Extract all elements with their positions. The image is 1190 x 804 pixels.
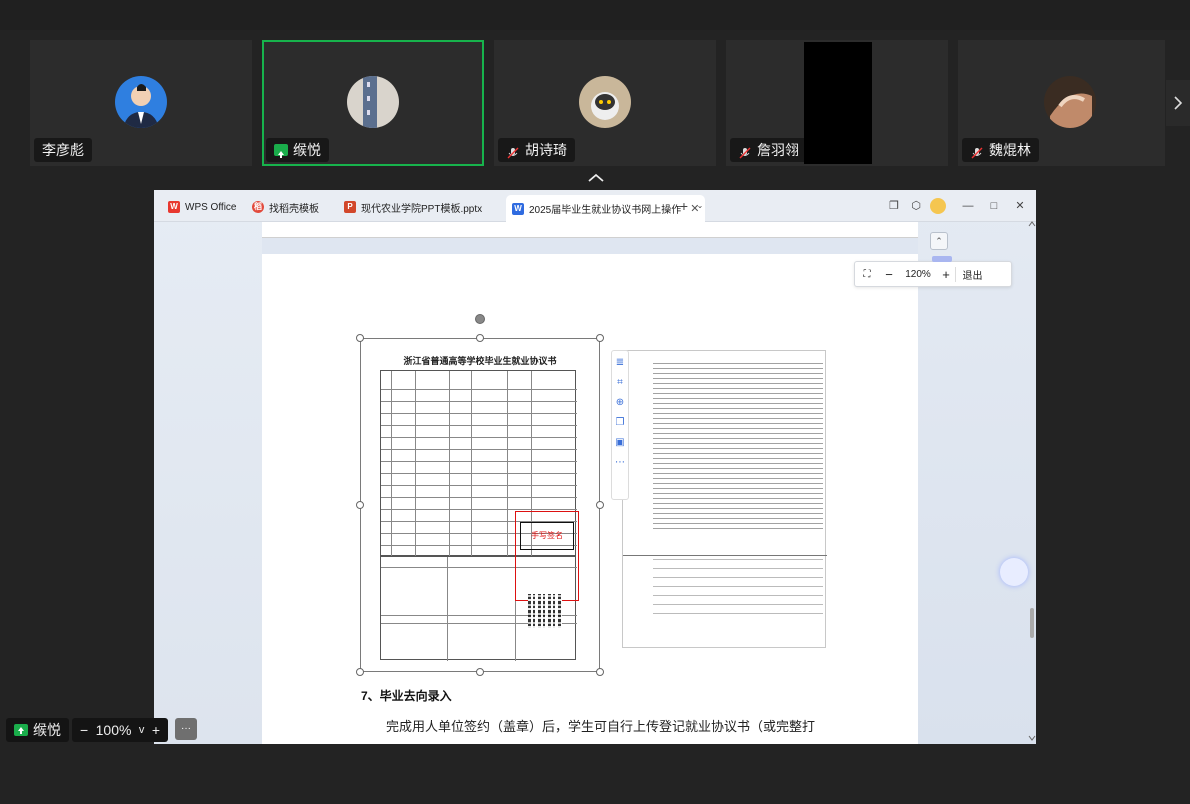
word-icon: W xyxy=(512,202,524,215)
docer-icon: 稻 xyxy=(252,201,264,213)
body-text: 完成用人单位签约（盖章）后，学生可自行上传登记就业协议书（或完整打 xyxy=(386,719,816,734)
exit-button[interactable]: 退出 xyxy=(955,266,989,282)
scan-divider xyxy=(623,555,827,556)
avatar xyxy=(115,76,167,128)
mic-muted-icon xyxy=(506,143,520,159)
image-float-toolbar: ≣ ⌗ ⊕ ❐ ▣ ⋯ xyxy=(611,350,629,500)
zoom-value: 120% xyxy=(905,268,931,280)
participant-tile[interactable]: 胡诗琦 xyxy=(494,40,716,166)
more-icon[interactable]: ⋯ xyxy=(612,455,628,471)
meeting-bottom-bar xyxy=(0,744,1190,804)
participant-nameplate: 胡诗琦 xyxy=(498,138,575,162)
zoom-icon[interactable]: ⊕ xyxy=(612,395,628,411)
resize-handle[interactable] xyxy=(476,668,484,676)
participant-nameplate: 李彦彪 xyxy=(34,138,92,162)
zoom-out-button[interactable]: − xyxy=(879,267,899,282)
mic-muted-icon xyxy=(970,143,984,159)
mic-muted-icon xyxy=(738,143,752,159)
scrollbar[interactable] xyxy=(1028,220,1036,744)
cube-icon[interactable]: ⬡ xyxy=(908,198,924,214)
more-options-button[interactable]: ··· xyxy=(175,718,197,740)
participant-nameplate: 魏焜林 xyxy=(962,138,1039,162)
document-page-previous xyxy=(262,222,918,238)
participant-name: 缑悦 xyxy=(293,142,321,158)
top-strip xyxy=(0,0,1190,30)
chevron-up-icon xyxy=(588,173,604,182)
tab-label: 2025届毕业生就业协议书网上操作 xyxy=(529,205,682,216)
rotate-handle-icon[interactable] xyxy=(475,314,485,324)
ocr-icon[interactable]: ▣ xyxy=(612,435,628,451)
view-zoom-control: − 100% v + xyxy=(72,718,168,742)
resize-handle[interactable] xyxy=(596,668,604,676)
participant-name: 魏焜林 xyxy=(989,142,1031,158)
chevron-right-icon xyxy=(1174,96,1183,110)
assistant-float-icon[interactable] xyxy=(1000,558,1028,586)
user-avatar-icon[interactable] xyxy=(930,198,946,214)
shared-screen: W WPS Office 稻 找稻壳模板 P 现代农业学院PPT模板.pptx … xyxy=(154,190,1036,744)
tab-label: 现代农业学院PPT模板.pptx xyxy=(361,203,483,215)
zoom-toolbar: ⛶ − 120% + 退出 xyxy=(854,261,1012,287)
participant-strip: 李彦彪 缑悦 胡诗琦 詹羽翎 魏焜林 xyxy=(30,40,1165,166)
resize-handle[interactable] xyxy=(356,334,364,342)
fit-screen-icon[interactable]: ⛶ xyxy=(855,269,879,280)
avatar xyxy=(1044,76,1096,128)
scanned-agreement-page-2 xyxy=(622,350,827,648)
scan-text-lines xyxy=(653,559,823,619)
avatar xyxy=(347,76,399,128)
zoom-in-button[interactable]: + xyxy=(937,267,955,282)
tab-docer[interactable]: 稻 找稻壳模板 xyxy=(246,196,325,218)
tab-label: 找稻壳模板 xyxy=(269,203,319,215)
zoom-in-button[interactable]: + xyxy=(152,722,160,738)
participant-name: 詹羽翎 xyxy=(757,142,799,158)
section-heading: 7、毕业去向录入 xyxy=(361,689,452,703)
tab-pptx[interactable]: P 现代农业学院PPT模板.pptx xyxy=(338,196,488,218)
resize-handle[interactable] xyxy=(356,668,364,676)
image-selection-box[interactable] xyxy=(360,338,600,672)
resize-handle[interactable] xyxy=(596,501,604,509)
sharer-chip: 缑悦 xyxy=(6,718,69,742)
ppt-icon: P xyxy=(344,201,356,213)
sharer-name: 缑悦 xyxy=(33,722,61,738)
window-switch-icon[interactable]: ❐ xyxy=(886,198,902,214)
participant-nameplate: 詹羽翎 xyxy=(730,138,807,162)
wps-tab-bar: W WPS Office 稻 找稻壳模板 P 现代农业学院PPT模板.pptx … xyxy=(154,190,1036,222)
maximize-icon[interactable]: □ xyxy=(986,198,1002,214)
screen-share-icon xyxy=(274,144,288,158)
tab-label: WPS Office xyxy=(185,201,237,213)
participant-tile[interactable]: 魏焜林 xyxy=(958,40,1165,166)
scan-text-lines xyxy=(653,363,823,533)
chevron-down-icon[interactable]: ⌄ xyxy=(692,198,708,214)
resize-handle[interactable] xyxy=(596,334,604,342)
tab-wps-office[interactable]: W WPS Office xyxy=(162,196,243,218)
collapse-panel-icon[interactable]: ⌃ xyxy=(930,232,948,250)
participant-tile[interactable]: 李彦彪 xyxy=(30,40,252,166)
participant-tile-active[interactable]: 缑悦 xyxy=(262,40,484,166)
participant-nameplate: 缑悦 xyxy=(266,138,329,162)
close-window-icon[interactable]: ✕ xyxy=(1012,198,1028,214)
minimize-icon[interactable]: — xyxy=(960,198,976,214)
desktop-background xyxy=(154,190,262,744)
avatar xyxy=(579,76,631,128)
crop-icon[interactable]: ⌗ xyxy=(612,375,628,391)
participant-name: 胡诗琦 xyxy=(525,142,567,158)
resize-handle[interactable] xyxy=(476,334,484,342)
zoom-out-button[interactable]: − xyxy=(80,722,88,738)
collapse-strip-button[interactable] xyxy=(583,170,609,186)
zoom-value: 100% xyxy=(95,722,132,738)
copy-icon[interactable]: ❐ xyxy=(612,415,628,431)
wps-icon: W xyxy=(168,201,180,213)
participant-name: 李彦彪 xyxy=(42,142,84,158)
video-feed-black xyxy=(804,42,872,164)
zoom-dropdown-caret[interactable]: v xyxy=(139,724,145,736)
wrap-text-icon[interactable]: ≣ xyxy=(612,355,628,371)
resize-handle[interactable] xyxy=(356,501,364,509)
screen-share-icon xyxy=(14,724,28,736)
new-tab-button[interactable]: + xyxy=(676,198,692,214)
next-page-button[interactable] xyxy=(1166,80,1190,126)
side-indicator xyxy=(932,256,952,262)
